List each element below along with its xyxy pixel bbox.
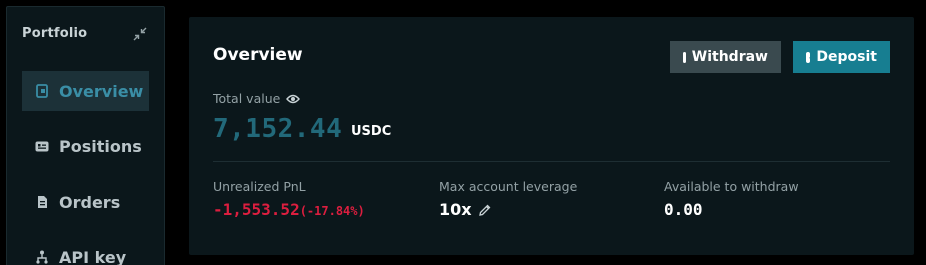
deposit-button[interactable]: Deposit <box>793 41 890 73</box>
wallet-icon <box>35 84 49 98</box>
sidebar-item-label: Orders <box>59 192 121 212</box>
sidebar-item-label: Positions <box>59 136 142 156</box>
upload-icon <box>683 51 691 63</box>
sidebar-title: Portfolio <box>22 26 88 41</box>
unrealized-pnl-percent: (-17.84%) <box>299 204 365 218</box>
total-value-label: Total value <box>213 91 281 106</box>
max-leverage-row: 10x <box>439 200 492 219</box>
pencil-icon[interactable] <box>478 203 492 217</box>
deposit-label: Deposit <box>816 49 877 65</box>
network-icon <box>35 250 49 264</box>
sidebar-item-positions[interactable]: Positions <box>22 126 149 166</box>
eye-icon[interactable] <box>286 94 301 104</box>
available-to-withdraw-value: 0.00 <box>664 200 703 219</box>
unrealized-pnl-label: Unrealized PnL <box>213 179 306 194</box>
withdraw-button[interactable]: Withdraw <box>670 41 781 73</box>
sidebar-item-label: API key <box>59 247 127 265</box>
total-value-unit: USDC <box>351 124 392 139</box>
sidebar-item-label: Overview <box>59 81 144 101</box>
max-leverage-value: 10x <box>439 200 472 219</box>
sidebar-item-api-key[interactable]: API key <box>22 237 149 265</box>
total-value-label-row: Total value <box>213 91 301 106</box>
page-title: Overview <box>213 45 303 65</box>
id-card-icon <box>35 139 49 153</box>
max-leverage-label: Max account leverage <box>439 179 578 194</box>
total-value: 7,152.44 <box>213 114 343 144</box>
available-to-withdraw-label: Available to withdraw <box>664 179 799 194</box>
divider <box>213 161 890 162</box>
sidebar-item-orders[interactable]: Orders <box>22 182 149 222</box>
portfolio-sidebar: Portfolio Overview Positions Orders API … <box>6 6 165 265</box>
overview-card: Overview Withdraw Deposit Total value 7,… <box>189 17 914 255</box>
sidebar-item-overview[interactable]: Overview <box>22 71 149 111</box>
download-icon <box>806 51 814 63</box>
unrealized-pnl-value: -1,553.52 <box>213 200 300 219</box>
withdraw-label: Withdraw <box>691 49 768 65</box>
unrealized-pnl-value-row: -1,553.52(-17.84%) <box>213 200 365 219</box>
collapse-icon[interactable] <box>132 26 148 42</box>
document-icon <box>35 195 49 209</box>
